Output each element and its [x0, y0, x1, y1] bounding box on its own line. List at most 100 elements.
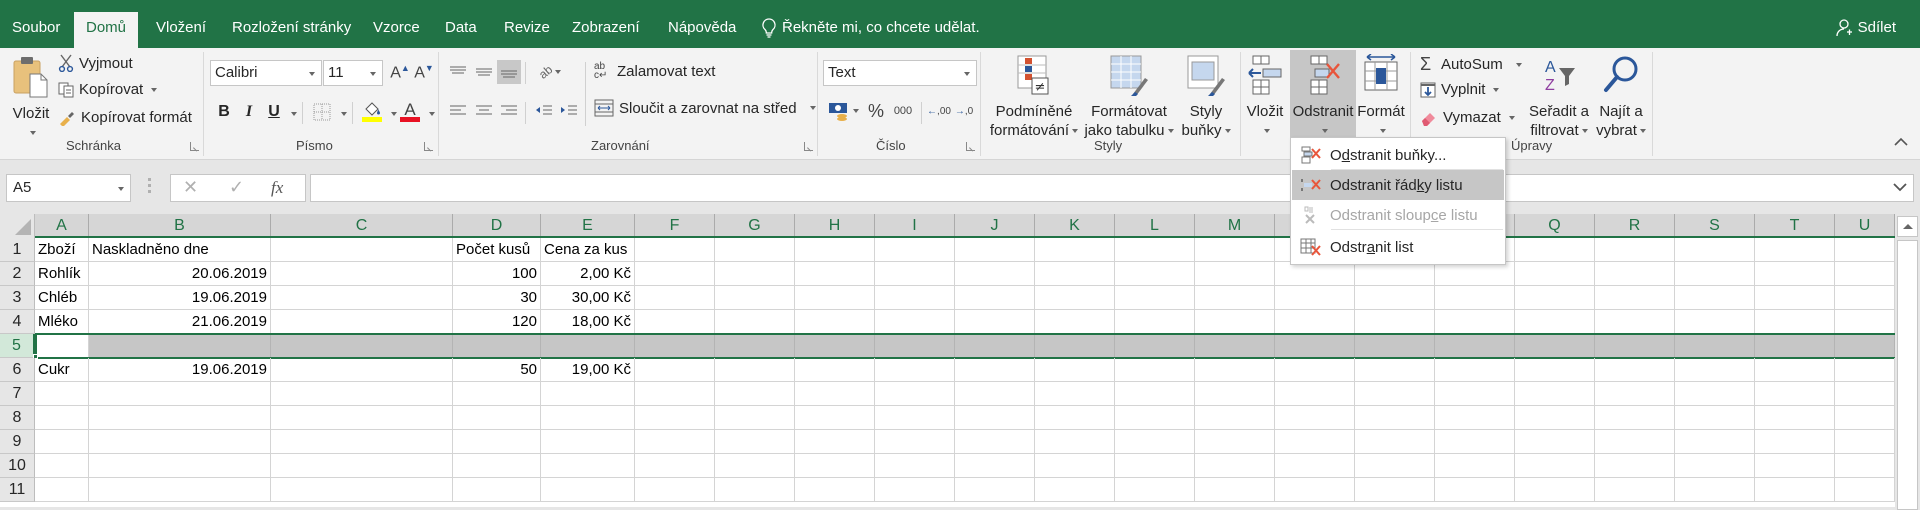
cell-r4[interactable] [1595, 310, 1675, 334]
cell-g6[interactable] [715, 358, 795, 382]
scroll-up-button[interactable] [1897, 216, 1918, 237]
cell-m2[interactable] [1195, 262, 1275, 286]
cell-l8[interactable] [1115, 406, 1195, 430]
underline-button[interactable]: U [262, 100, 286, 124]
name-box[interactable]: A5 [6, 174, 131, 202]
cell-d10[interactable] [453, 454, 541, 478]
cell-k7[interactable] [1035, 382, 1115, 406]
decrease-indent-button[interactable] [532, 99, 556, 123]
row-header-3[interactable]: 3 [0, 286, 35, 310]
column-header-g[interactable]: G [715, 214, 795, 238]
cell-p2[interactable] [1435, 262, 1515, 286]
scroll-track[interactable] [1897, 240, 1918, 510]
column-header-s[interactable]: S [1675, 214, 1755, 238]
sort-filter-button[interactable]: AZ Seřadit a filtrovat [1526, 54, 1592, 140]
cell-f11[interactable] [635, 478, 715, 502]
cell-b4[interactable]: 21.06.2019 [89, 310, 271, 334]
cell-e5[interactable] [541, 334, 635, 358]
cell-c9[interactable] [271, 430, 453, 454]
delete-sheet-rows-item[interactable]: Odstranit řádky listu [1292, 170, 1504, 200]
cell-d2[interactable]: 100 [453, 262, 541, 286]
cell-p8[interactable] [1435, 406, 1515, 430]
row-header-8[interactable]: 8 [0, 406, 35, 430]
insert-cells-button[interactable]: Vložit [1244, 54, 1286, 140]
cell-i10[interactable] [875, 454, 955, 478]
column-header-j[interactable]: J [955, 214, 1035, 238]
increase-decimal-button[interactable]: ←,00 [927, 99, 951, 123]
cell-i7[interactable] [875, 382, 955, 406]
cell-i3[interactable] [875, 286, 955, 310]
cell-o10[interactable] [1355, 454, 1435, 478]
cell-p7[interactable] [1435, 382, 1515, 406]
tab-soubor[interactable]: Soubor [0, 12, 72, 48]
cell-c1[interactable] [271, 238, 453, 262]
cell-u8[interactable] [1835, 406, 1895, 430]
paste-button[interactable]: Vložit [8, 56, 54, 142]
cell-m6[interactable] [1195, 358, 1275, 382]
format-as-table-button[interactable]: Formátovat jako tabulku [1082, 54, 1176, 140]
cell-q4[interactable] [1515, 310, 1595, 334]
cell-h8[interactable] [795, 406, 875, 430]
cell-b1[interactable]: Naskladněno dne [89, 238, 271, 262]
cell-s11[interactable] [1675, 478, 1755, 502]
align-right-button[interactable] [497, 99, 521, 123]
cell-u10[interactable] [1835, 454, 1895, 478]
cell-d11[interactable] [453, 478, 541, 502]
cell-k8[interactable] [1035, 406, 1115, 430]
cell-g2[interactable] [715, 262, 795, 286]
tab-napoveda[interactable]: Nápověda [656, 12, 748, 48]
cell-n3[interactable] [1275, 286, 1355, 310]
cell-f1[interactable] [635, 238, 715, 262]
row-header-4[interactable]: 4 [0, 310, 35, 334]
underline-dropdown[interactable] [291, 112, 297, 116]
cell-j8[interactable] [955, 406, 1035, 430]
cell-l5[interactable] [1115, 334, 1195, 358]
row-header-2[interactable]: 2 [0, 262, 35, 286]
cell-t2[interactable] [1755, 262, 1835, 286]
cell-m8[interactable] [1195, 406, 1275, 430]
cell-p6[interactable] [1435, 358, 1515, 382]
cell-a8[interactable] [35, 406, 89, 430]
cell-j2[interactable] [955, 262, 1035, 286]
column-header-a[interactable]: A [35, 214, 89, 238]
clear-button[interactable]: Vymazat [1420, 109, 1515, 126]
cell-q1[interactable] [1515, 238, 1595, 262]
cell-p4[interactable] [1435, 310, 1515, 334]
delete-sheet-item[interactable]: Odstranit list [1292, 232, 1504, 262]
cell-o4[interactable] [1355, 310, 1435, 334]
cell-f5[interactable] [635, 334, 715, 358]
cell-g9[interactable] [715, 430, 795, 454]
row-header-5[interactable]: 5 [0, 334, 35, 358]
cell-f9[interactable] [635, 430, 715, 454]
increase-indent-button[interactable] [557, 99, 581, 123]
cell-n6[interactable] [1275, 358, 1355, 382]
thousands-button[interactable]: 000 [889, 99, 917, 123]
cell-a4[interactable]: Mléko [35, 310, 89, 334]
cell-c2[interactable] [271, 262, 453, 286]
find-select-button[interactable]: Najít a vybrat [1592, 54, 1650, 140]
cell-f8[interactable] [635, 406, 715, 430]
cell-o11[interactable] [1355, 478, 1435, 502]
row-header-10[interactable]: 10 [0, 454, 35, 478]
cut-button[interactable]: Vyjmout [58, 54, 133, 72]
cell-c7[interactable] [271, 382, 453, 406]
cell-a6[interactable]: Cukr [35, 358, 89, 382]
cell-u7[interactable] [1835, 382, 1895, 406]
number-format-combo[interactable]: Text [823, 60, 977, 86]
cell-d4[interactable]: 120 [453, 310, 541, 334]
cell-n9[interactable] [1275, 430, 1355, 454]
merge-center-button[interactable]: Sloučit a zarovnat na střed [594, 99, 816, 117]
cell-n8[interactable] [1275, 406, 1355, 430]
cell-k5[interactable] [1035, 334, 1115, 358]
align-bottom-button[interactable] [497, 60, 521, 84]
cell-h11[interactable] [795, 478, 875, 502]
borders-dropdown[interactable] [341, 112, 347, 116]
cell-k6[interactable] [1035, 358, 1115, 382]
cell-i6[interactable] [875, 358, 955, 382]
cell-a2[interactable]: Rohlík [35, 262, 89, 286]
cell-l7[interactable] [1115, 382, 1195, 406]
cell-s10[interactable] [1675, 454, 1755, 478]
cell-d7[interactable] [453, 382, 541, 406]
select-all-corner[interactable] [0, 214, 35, 238]
cell-h9[interactable] [795, 430, 875, 454]
